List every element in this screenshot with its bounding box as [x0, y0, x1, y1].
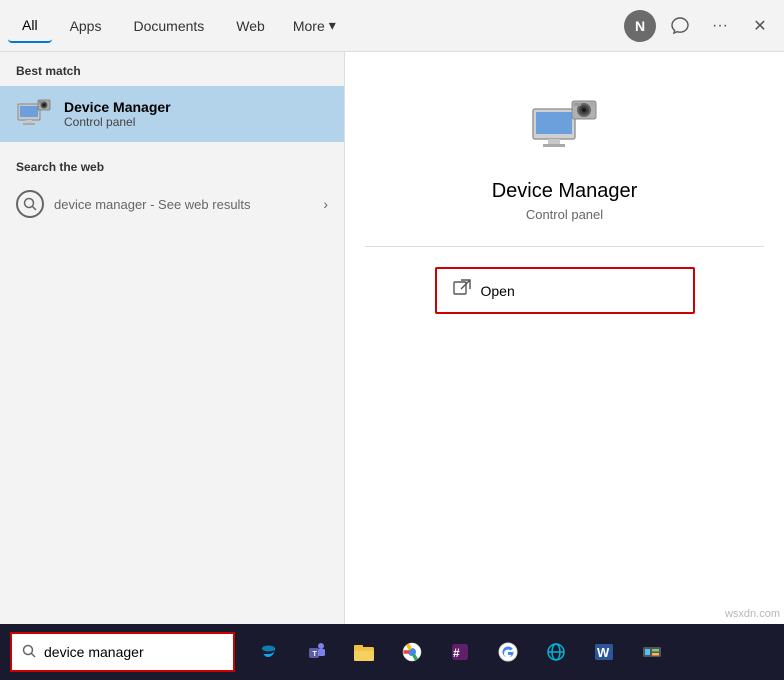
google-icon[interactable] [485, 624, 531, 680]
feedback-icon[interactable] [664, 10, 696, 42]
tab-documents[interactable]: Documents [119, 10, 218, 42]
watermark: wsxdn.com [725, 608, 780, 620]
taskbar: T # [0, 624, 784, 680]
vpn-icon[interactable] [533, 624, 579, 680]
word-icon[interactable]: W [581, 624, 627, 680]
tab-web[interactable]: Web [222, 10, 279, 42]
taskbar-icons: T # [245, 624, 675, 680]
taskbar-search-icon [22, 644, 36, 661]
chevron-right-icon: › [323, 196, 328, 212]
best-match-text: Device Manager Control panel [64, 99, 171, 129]
svg-text:W: W [597, 645, 610, 660]
right-app-title: Device Manager [492, 180, 638, 203]
search-web-text: device manager - See web results [54, 197, 313, 212]
search-web-query: device manager [54, 197, 147, 212]
search-web-label: Search the web [0, 144, 344, 180]
svg-text:#: # [453, 646, 460, 660]
right-device-manager-icon [529, 92, 601, 164]
more-chevron-icon: ▾ [329, 17, 336, 34]
right-app-subtitle: Control panel [526, 207, 603, 222]
teams-icon[interactable]: T [293, 624, 339, 680]
left-panel: Best match Device Man [0, 52, 345, 624]
top-nav: All Apps Documents Web More ▾ N ··· ✕ [0, 0, 784, 52]
svg-text:T: T [313, 651, 318, 658]
search-box[interactable] [10, 632, 235, 672]
best-match-title: Device Manager [64, 99, 171, 115]
device-manager-icon [16, 96, 52, 132]
close-icon[interactable]: ✕ [744, 10, 776, 42]
search-web-item[interactable]: device manager - See web results › [0, 180, 344, 228]
system-tray[interactable] [629, 624, 675, 680]
open-label: Open [481, 283, 515, 299]
right-panel: Device Manager Control panel Open [345, 52, 784, 624]
divider [365, 246, 764, 247]
taskbar-search-input[interactable] [44, 644, 223, 660]
search-web-suffix: - See web results [147, 197, 251, 212]
file-explorer-icon[interactable] [341, 624, 387, 680]
main-area: Best match Device Man [0, 52, 784, 624]
tab-apps[interactable]: Apps [56, 10, 116, 42]
open-icon [453, 279, 471, 302]
tab-more[interactable]: More ▾ [283, 9, 346, 42]
best-match-item[interactable]: Device Manager Control panel [0, 86, 344, 142]
more-label: More [293, 18, 325, 34]
nav-right-actions: N ··· ✕ [624, 10, 776, 42]
best-match-label: Best match [0, 52, 344, 84]
slack-icon[interactable]: # [437, 624, 483, 680]
user-avatar[interactable]: N [624, 10, 656, 42]
open-button[interactable]: Open [435, 267, 695, 314]
edge-icon[interactable] [245, 624, 291, 680]
more-options-icon[interactable]: ··· [704, 10, 736, 42]
chrome-icon[interactable] [389, 624, 435, 680]
best-match-subtitle: Control panel [64, 115, 171, 129]
search-circle-icon [16, 190, 44, 218]
tab-all[interactable]: All [8, 9, 52, 43]
